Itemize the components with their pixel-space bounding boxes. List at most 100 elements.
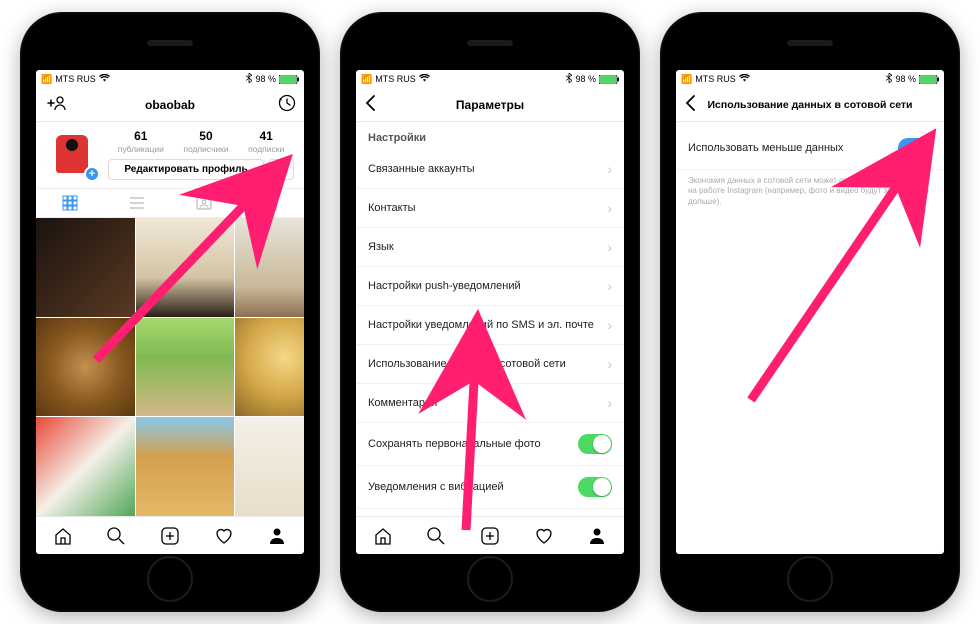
toggle-on[interactable] [578,477,612,497]
toggle-on[interactable] [578,434,612,454]
back-button[interactable] [364,94,376,115]
page-title: Параметры [456,98,524,112]
tab-list[interactable] [103,189,170,217]
row-save-original-photos[interactable]: Сохранять первоначальные фото [356,423,624,466]
battery-pct: 98 % [895,74,916,84]
battery-icon [919,75,939,84]
tab-activity[interactable] [214,526,234,546]
view-tabs [36,188,304,218]
tab-search[interactable] [106,526,126,546]
chevron-right-icon: › [607,278,612,294]
tab-bar [356,516,624,554]
tab-tagged[interactable] [170,189,237,217]
avatar[interactable]: + [46,128,98,180]
chevron-right-icon: › [607,239,612,255]
row-contacts[interactable]: Контакты› [356,189,624,228]
row-language[interactable]: Язык› [356,228,624,267]
tab-activity[interactable] [534,526,554,546]
carrier-label: MTS RUS [55,74,96,84]
row-sms-email-notifications[interactable]: Настройки уведомлений по SMS и эл. почте… [356,306,624,345]
edit-profile-button[interactable]: Редактировать профиль [108,159,264,180]
wifi-icon [99,74,110,84]
username-label: obaobab [145,98,195,112]
tab-profile[interactable] [587,526,607,546]
row-use-less-data[interactable]: Использовать меньше данных [676,122,944,170]
chevron-left-icon [364,94,376,112]
tab-new-post[interactable] [160,526,180,546]
phone-frame-1: 📶 MTS RUS 98 % [20,12,320,612]
signal-icon: 📶 [41,74,52,85]
profile-nav-bar: obaobab [36,88,304,122]
bluetooth-icon [886,73,892,85]
tab-home[interactable] [53,526,73,546]
tab-home[interactable] [373,526,393,546]
bluetooth-icon [246,73,252,85]
chevron-left-icon [684,94,696,112]
cellular-nav-bar: Использование данных в сотовой сети [676,88,944,122]
photo-cell[interactable] [136,417,235,516]
add-story-badge[interactable]: + [84,166,100,182]
status-bar: 📶 MTS RUS 98 % [676,70,944,88]
photo-cell[interactable] [136,218,235,317]
footnote: Экономия данных в сотовой сети может отр… [676,170,944,213]
toggle-on[interactable] [898,138,932,158]
page-title: Использование данных в сотовой сети [707,99,912,111]
tab-grid[interactable] [36,189,103,217]
photo-cell[interactable] [36,218,135,317]
tab-search[interactable] [426,526,446,546]
photo-cell[interactable] [36,318,135,417]
screen-cellular-data: 📶 MTS RUS 98 % Использование данных в со… [676,70,944,554]
row-comments[interactable]: Комментарии› [356,384,624,423]
chevron-right-icon: › [607,161,612,177]
cellular-content: Использовать меньше данных Экономия данн… [676,122,944,554]
back-button[interactable] [684,94,696,115]
signal-icon: 📶 [361,74,372,85]
bluetooth-icon [566,73,572,85]
archive-button[interactable] [278,94,296,115]
carrier-label: MTS RUS [695,74,736,84]
stat-following[interactable]: 41 подписки [248,129,284,155]
wifi-icon [419,74,430,84]
chevron-right-icon: › [607,317,612,333]
gear-icon [274,162,288,176]
photo-cell[interactable] [235,218,304,317]
tab-bar [36,516,304,554]
profile-header: + 61 публикации 50 подписчики 41 [36,122,304,180]
phone-frame-2: 📶 MTS RUS 98 % Параметры Настройки Связа… [340,12,640,612]
row-show-activity-status[interactable]: Show Activity Status [356,509,624,516]
section-header: Настройки [356,122,624,150]
add-account-button[interactable] [44,95,66,114]
battery-pct: 98 % [255,74,276,84]
chevron-right-icon: › [607,356,612,372]
screen-settings: 📶 MTS RUS 98 % Параметры Настройки Связа… [356,70,624,554]
photo-cell[interactable] [235,417,304,516]
photo-grid [36,218,304,516]
photo-cell[interactable] [36,417,135,516]
settings-list[interactable]: Настройки Связанные аккаунты› Контакты› … [356,122,624,516]
row-cellular-data-use[interactable]: Использование данных в сотовой сети› [356,345,624,384]
phone-frame-3: 📶 MTS RUS 98 % Использование данных в со… [660,12,960,612]
stat-followers[interactable]: 50 подписчики [183,129,228,155]
battery-pct: 98 % [575,74,596,84]
row-linked-accounts[interactable]: Связанные аккаунты› [356,150,624,189]
battery-icon [279,75,299,84]
carrier-label: MTS RUS [375,74,416,84]
photo-cell[interactable] [136,318,235,417]
row-vibrate-notifications[interactable]: Уведомления с вибрацией [356,466,624,509]
signal-icon: 📶 [681,74,692,85]
battery-icon [599,75,619,84]
settings-button[interactable] [268,159,294,180]
status-bar: 📶 MTS RUS 98 % [356,70,624,88]
settings-nav-bar: Параметры [356,88,624,122]
status-bar: 📶 MTS RUS 98 % [36,70,304,88]
tab-profile[interactable] [267,526,287,546]
screen-profile: 📶 MTS RUS 98 % [36,70,304,554]
photo-cell[interactable] [235,318,304,417]
chevron-right-icon: › [607,200,612,216]
row-push-notifications[interactable]: Настройки push-уведомлений› [356,267,624,306]
stat-posts[interactable]: 61 публикации [118,129,164,155]
wifi-icon [739,74,750,84]
tab-new-post[interactable] [480,526,500,546]
tab-saved[interactable] [237,189,304,217]
chevron-right-icon: › [607,395,612,411]
